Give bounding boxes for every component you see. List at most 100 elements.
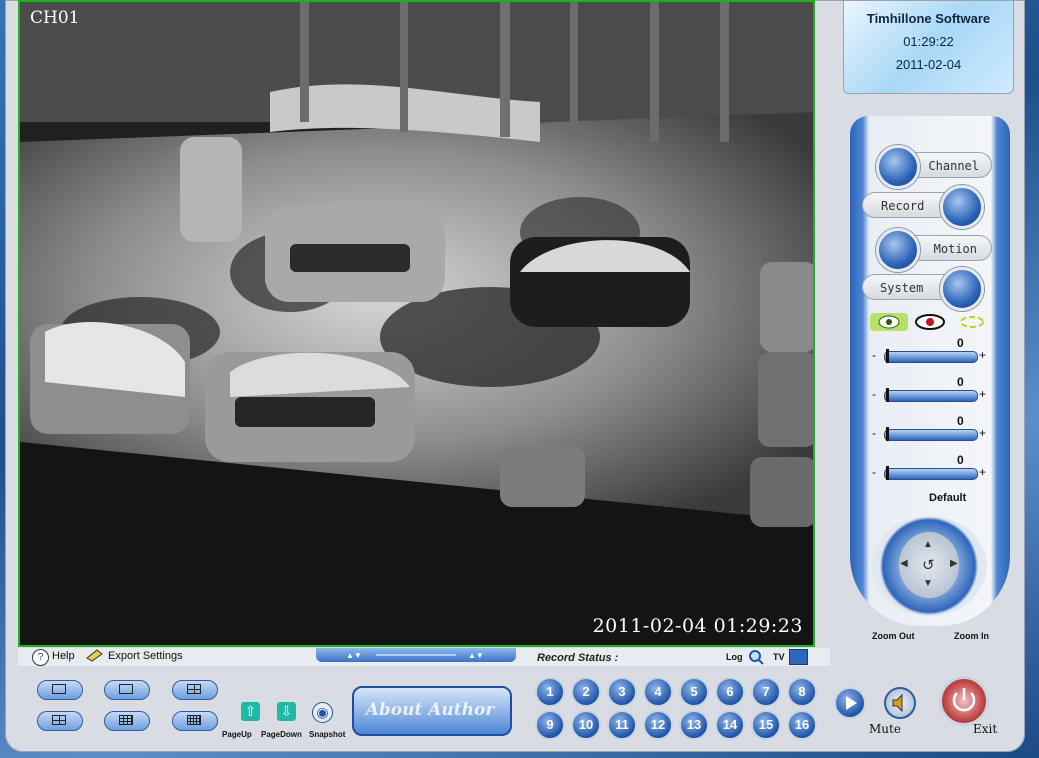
hue-track[interactable]: [884, 468, 978, 480]
channel-7-button[interactable]: 7: [751, 677, 781, 707]
play-icon: [846, 696, 857, 710]
mute-label: Mute: [869, 722, 901, 736]
hue-slider[interactable]: 0 - +: [872, 453, 988, 481]
zoom-out-button[interactable]: Zoom Out: [872, 631, 915, 641]
brightness-icon[interactable]: [870, 313, 908, 331]
tv-icon[interactable]: [789, 649, 808, 665]
contrast-value: 0: [957, 375, 964, 389]
export-settings-icon[interactable]: [86, 648, 104, 662]
ptz-reset-icon[interactable]: ↺: [922, 556, 935, 574]
page-down-label: PageDown: [261, 730, 302, 739]
svg-text:▲▼: ▲▼: [468, 651, 484, 660]
about-author-label: About Author: [365, 700, 495, 720]
record-button-label: Record: [881, 199, 925, 213]
channel-4-button[interactable]: 4: [643, 677, 673, 707]
brightness-value: 0: [957, 336, 964, 350]
video-view[interactable]: CH01 2011-02-04 01:29:23: [18, 0, 815, 647]
log-label[interactable]: Log: [726, 652, 743, 662]
channel-10-button[interactable]: 10: [571, 710, 601, 740]
ptz-up-icon[interactable]: ▲: [923, 539, 933, 550]
system-button-label: System: [880, 281, 924, 295]
motion-orb-button[interactable]: [876, 228, 920, 272]
brightness-track[interactable]: [884, 351, 978, 363]
help-icon[interactable]: ?: [32, 649, 49, 666]
refresh-color-icon[interactable]: [956, 313, 988, 331]
channel-3-button[interactable]: 3: [607, 677, 637, 707]
contrast-plus[interactable]: +: [979, 387, 986, 401]
zoom-in-button[interactable]: Zoom In: [954, 631, 989, 641]
contrast-minus[interactable]: -: [872, 387, 876, 401]
channel-5-button[interactable]: 5: [679, 677, 709, 707]
ptz-down-icon[interactable]: ▼: [923, 578, 933, 589]
saturation-plus[interactable]: +: [979, 426, 986, 440]
channel-9-button[interactable]: 9: [535, 710, 565, 740]
saturation-track[interactable]: [884, 429, 978, 441]
camera-image: [20, 2, 813, 645]
contrast-slider[interactable]: 0 - +: [872, 375, 988, 403]
hue-minus[interactable]: -: [872, 465, 876, 479]
contrast-knob[interactable]: [886, 388, 889, 402]
exit-button[interactable]: [939, 676, 989, 726]
channel-2-button[interactable]: 2: [571, 677, 601, 707]
snapshot-label: Snapshot: [309, 730, 346, 739]
help-link[interactable]: Help: [52, 650, 75, 662]
export-settings-link[interactable]: Export Settings: [108, 650, 183, 662]
saturation-knob[interactable]: [886, 427, 889, 441]
play-button[interactable]: [834, 687, 866, 719]
channel-13-button[interactable]: 13: [679, 710, 709, 740]
tv-label[interactable]: TV: [773, 652, 785, 662]
channel-12-button[interactable]: 12: [643, 710, 673, 740]
page-down-icon[interactable]: ⇩: [277, 702, 296, 721]
layout-pip-button[interactable]: [104, 680, 150, 700]
default-button[interactable]: Default: [929, 492, 966, 504]
channel-16-button[interactable]: 16: [787, 710, 817, 740]
scroll-tab[interactable]: ▲▼ ▲▼: [316, 648, 516, 662]
brightness-slider[interactable]: 0 - +: [872, 336, 988, 364]
channel-button-label: Channel: [928, 159, 979, 173]
channel-osd-label: CH01: [30, 8, 80, 28]
system-orb-button[interactable]: [940, 267, 984, 311]
log-search-icon[interactable]: [748, 649, 764, 665]
record-status-label: Record Status :: [537, 652, 619, 664]
saturation-slider[interactable]: 0 - +: [872, 414, 988, 442]
saturation-minus[interactable]: -: [872, 426, 876, 440]
snapshot-icon[interactable]: ◉: [312, 702, 333, 723]
channel-1-button[interactable]: 1: [535, 677, 565, 707]
ptz-left-icon[interactable]: ◀: [900, 558, 908, 569]
software-title: Timhillone Software: [866, 11, 991, 26]
layout-9-icon: [119, 715, 133, 725]
channel-15-button[interactable]: 15: [751, 710, 781, 740]
eye-icon[interactable]: [914, 313, 946, 331]
brightness-knob[interactable]: [886, 349, 889, 363]
layout-pip-icon: [119, 684, 133, 694]
exit-label: Exit: [973, 722, 998, 736]
clock-date: 2011-02-04: [895, 57, 962, 72]
hue-plus[interactable]: +: [979, 465, 986, 479]
channel-11-button[interactable]: 11: [607, 710, 637, 740]
hue-knob[interactable]: [886, 466, 889, 480]
hue-value: 0: [957, 453, 964, 467]
layout-6-button[interactable]: [37, 711, 83, 731]
channel-orb-button[interactable]: [876, 145, 920, 189]
ptz-right-icon[interactable]: ▶: [950, 558, 958, 569]
mute-button[interactable]: [884, 687, 916, 719]
brightness-plus[interactable]: +: [979, 348, 986, 362]
layout-4-button[interactable]: [172, 680, 218, 700]
layout-6-icon: [52, 715, 66, 725]
contrast-track[interactable]: [884, 390, 978, 402]
motion-button-label: Motion: [933, 242, 977, 256]
channel-6-button[interactable]: 6: [715, 677, 745, 707]
layout-9-button[interactable]: [104, 711, 150, 731]
layout-4-icon: [187, 684, 201, 694]
brightness-minus[interactable]: -: [872, 348, 876, 362]
layout-1-icon: [52, 684, 66, 694]
channel-14-button[interactable]: 14: [715, 710, 745, 740]
channel-8-button[interactable]: 8: [787, 677, 817, 707]
record-orb-button[interactable]: [940, 185, 984, 229]
speaker-icon: [892, 693, 903, 713]
about-author-button[interactable]: About Author: [352, 686, 512, 736]
video-timestamp: 2011-02-04 01:29:23: [592, 615, 803, 637]
layout-16-button[interactable]: [172, 711, 218, 731]
page-up-icon[interactable]: ⇧: [241, 702, 260, 721]
layout-1-button[interactable]: [37, 680, 83, 700]
